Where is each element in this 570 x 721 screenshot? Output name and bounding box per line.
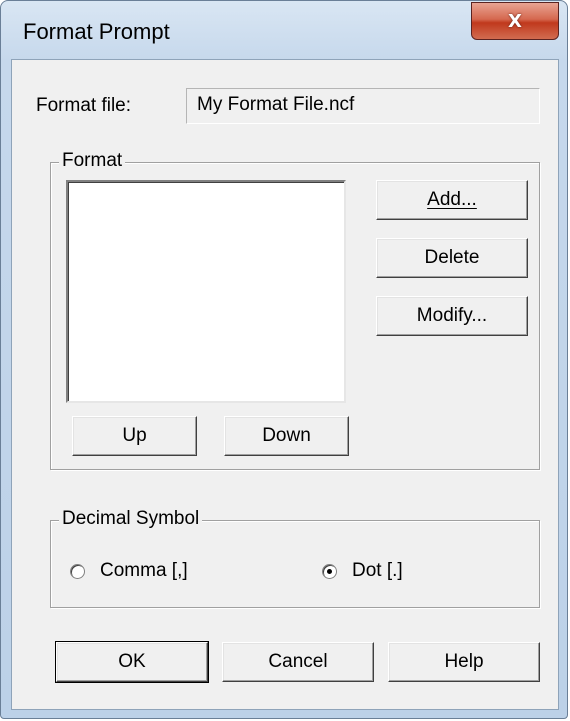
up-button[interactable]: Up [72,416,197,456]
add-button-label: Add... [427,189,477,210]
close-icon: X [508,10,522,32]
ok-button[interactable]: OK [55,641,209,683]
close-button[interactable]: X [471,2,559,40]
modify-button-label: Modify... [416,305,488,326]
comma-radio-button[interactable] [70,564,85,579]
format-file-label: Format file: [36,95,132,116]
format-group-label: Format [59,150,126,172]
cancel-button[interactable]: Cancel [222,642,374,682]
up-button-label: Up [122,425,147,446]
comma-radio-label: Comma [,] [100,560,188,581]
decimal-legend-text: Decimal Symbol [62,508,200,529]
format-legend-text: Format [62,150,123,171]
down-button[interactable]: Down [224,416,349,456]
format-list[interactable] [66,180,346,403]
down-button-label: Down [262,425,311,446]
comma-radio-option[interactable]: Comma [,] [70,560,230,584]
decimal-symbol-group-label: Decimal Symbol [59,508,203,530]
cancel-button-label: Cancel [268,651,328,672]
dot-radio-option[interactable]: Dot [.] [322,560,452,584]
ok-button-label: OK [118,651,146,672]
window-title: Format Prompt [23,19,170,44]
help-button-label: Help [444,651,484,672]
modify-button[interactable]: Modify... [376,296,528,336]
format-file-field: My Format File.ncf [186,88,540,124]
dot-radio-label: Dot [.] [352,560,403,581]
help-button[interactable]: Help [388,642,540,682]
dialog-window: Format Prompt X Format file: My Format F… [0,0,568,719]
add-button[interactable]: Add... [376,180,528,220]
dot-radio-button[interactable] [322,564,337,579]
delete-button-label: Delete [424,247,480,268]
delete-button[interactable]: Delete [376,238,528,278]
radio-selected-dot [327,569,332,574]
dialog-client-area: Format file: My Format File.ncf Format A… [11,59,559,710]
